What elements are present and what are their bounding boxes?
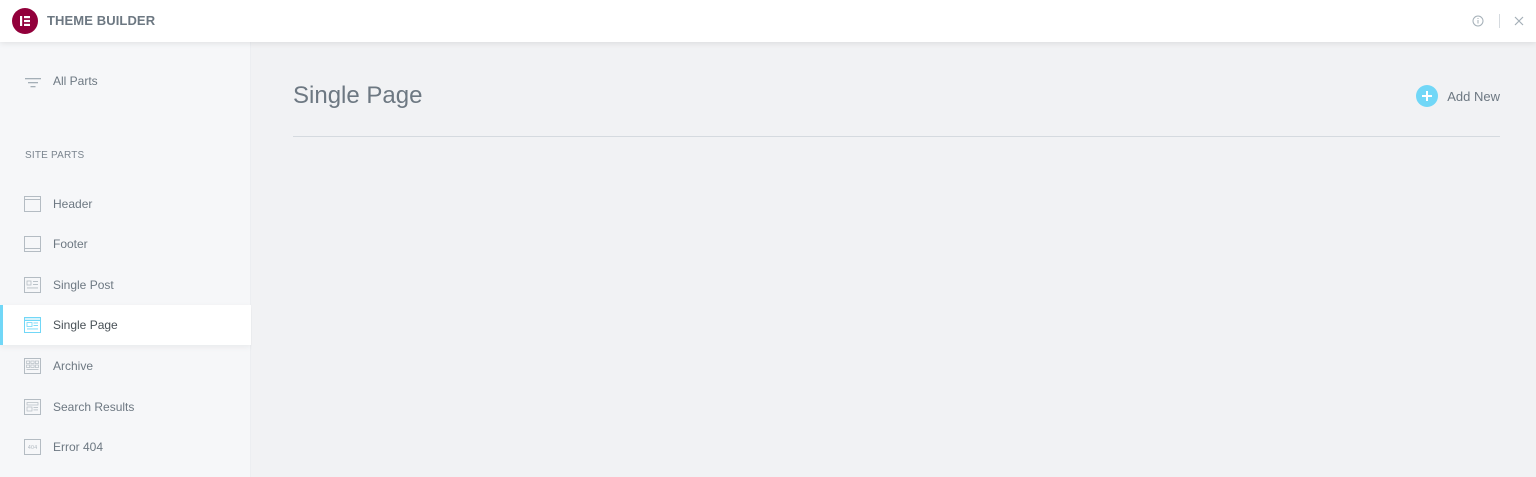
sidebar-item-label: Footer bbox=[53, 237, 88, 251]
sidebar-item-label: Single Post bbox=[53, 278, 114, 292]
sidebar-item-label: Archive bbox=[53, 359, 94, 373]
single-page-icon bbox=[24, 317, 41, 333]
sidebar-item-label: All Parts bbox=[53, 74, 98, 88]
topbar-divider bbox=[1499, 14, 1500, 28]
main-content: Single Page Add New bbox=[252, 42, 1536, 477]
sidebar-item-single-page[interactable]: Single Page bbox=[0, 305, 251, 345]
sidebar-item-label: Single Page bbox=[53, 318, 118, 332]
sidebar-item-error-404[interactable]: 404 Error 404 bbox=[0, 427, 251, 467]
add-new-label: Add New bbox=[1447, 88, 1500, 104]
page-title: Single Page bbox=[293, 82, 423, 109]
info-icon[interactable] bbox=[1471, 14, 1485, 28]
archive-icon bbox=[24, 358, 41, 374]
topbar-actions bbox=[1471, 11, 1526, 31]
elementor-logo-icon bbox=[12, 8, 38, 34]
add-new-button[interactable]: Add New bbox=[1416, 84, 1500, 108]
svg-text:404: 404 bbox=[28, 445, 38, 451]
sidebar-item-label: Search Results bbox=[53, 400, 135, 414]
sidebar-item-archive[interactable]: Archive bbox=[0, 346, 251, 386]
sidebar-item-all-parts[interactable]: All Parts bbox=[0, 64, 251, 98]
title-divider bbox=[293, 136, 1500, 137]
sidebar-item-header[interactable]: Header bbox=[0, 184, 251, 224]
sidebar: All Parts SITE PARTS Header Footer Singl… bbox=[0, 42, 251, 477]
sidebar-item-label: Header bbox=[53, 197, 93, 211]
footer-icon bbox=[24, 236, 41, 252]
sidebar-item-single-post[interactable]: Single Post bbox=[0, 265, 251, 305]
top-bar: THEME BUILDER bbox=[0, 0, 1536, 42]
app-title: THEME BUILDER bbox=[47, 13, 156, 28]
error-404-icon: 404 bbox=[24, 439, 41, 455]
sidebar-item-label: Error 404 bbox=[53, 440, 104, 454]
search-results-icon bbox=[24, 399, 41, 415]
section-title-site-parts: SITE PARTS bbox=[25, 150, 85, 161]
sidebar-item-footer[interactable]: Footer bbox=[0, 224, 251, 264]
single-post-icon bbox=[24, 277, 41, 293]
filter-icon bbox=[25, 75, 41, 93]
close-icon[interactable] bbox=[1512, 14, 1526, 28]
header-icon bbox=[24, 196, 41, 212]
sidebar-item-search-results[interactable]: Search Results bbox=[0, 387, 251, 427]
plus-circle-icon bbox=[1416, 85, 1439, 107]
